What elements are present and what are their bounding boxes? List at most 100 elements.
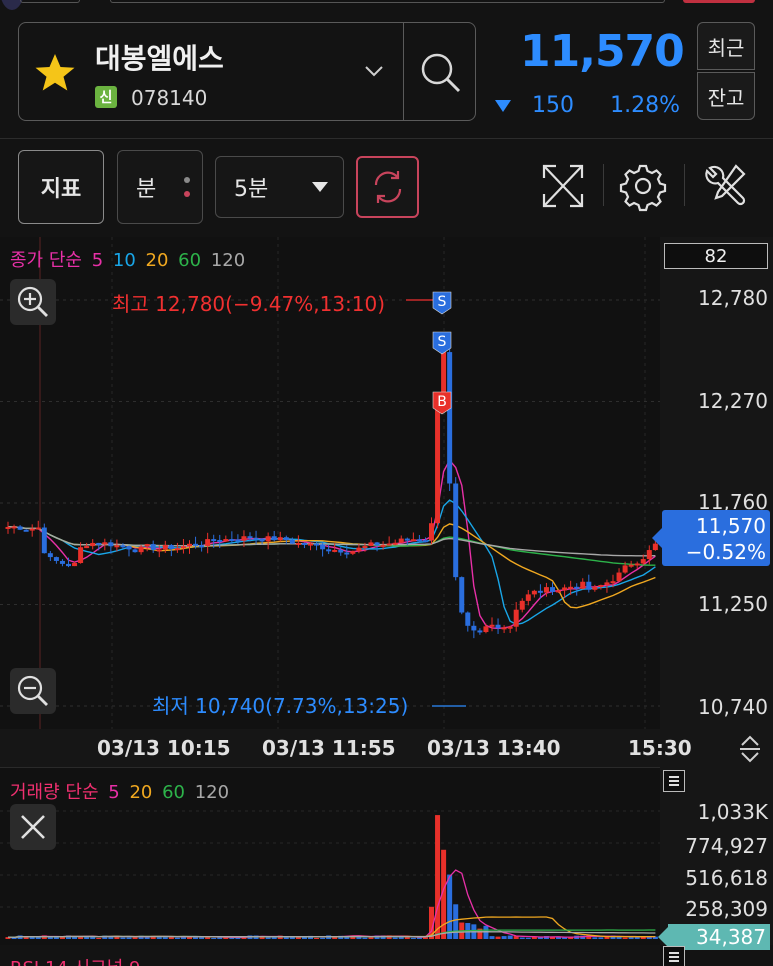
candle-body xyxy=(247,536,253,539)
indicator-value-box[interactable]: 82 xyxy=(664,243,768,269)
search-icon[interactable] xyxy=(415,47,467,99)
candle-body xyxy=(265,536,271,542)
zoom-out-icon xyxy=(17,675,48,706)
candle-body xyxy=(489,624,495,627)
volume-bar xyxy=(453,904,459,939)
refresh-icon xyxy=(374,171,401,203)
volume-moving-average-line xyxy=(7,916,656,938)
candle-body xyxy=(513,609,519,627)
candle-body xyxy=(78,547,84,564)
volume-bar xyxy=(628,937,634,939)
candle-body xyxy=(646,550,652,560)
price-axis[interactable] xyxy=(660,237,773,729)
favorite-star-icon[interactable] xyxy=(33,51,77,95)
candle-body xyxy=(90,542,96,547)
minute-button[interactable]: 분 xyxy=(117,150,203,224)
candle-body xyxy=(574,586,580,589)
volume-bar xyxy=(265,937,271,939)
candle-body xyxy=(556,590,562,593)
legend-title: 종가 단순 xyxy=(10,250,82,271)
gear-icon[interactable] xyxy=(618,160,668,212)
close-volume-button[interactable] xyxy=(10,804,56,850)
volume-bar xyxy=(162,937,168,939)
candle-body xyxy=(17,526,23,530)
divider xyxy=(603,164,604,206)
candle-body xyxy=(271,536,277,541)
volume-y-tick: 1,033K xyxy=(697,800,768,824)
sell-signal-icon-letter: S xyxy=(438,294,447,310)
volume-bar xyxy=(156,937,162,939)
divider xyxy=(684,164,685,206)
candle-body xyxy=(187,543,192,547)
top-tab-edge xyxy=(110,0,665,3)
price-change: 150 xyxy=(532,93,574,118)
recent-button[interactable]: 최근 xyxy=(697,22,755,70)
candle-body xyxy=(5,526,11,529)
price-legend: 종가 단순 5 10 20 60 120 xyxy=(10,246,249,272)
candle-body xyxy=(66,563,71,567)
candle-body xyxy=(622,565,628,573)
candle-body xyxy=(410,539,416,542)
x-tick-label: 15:30 xyxy=(628,736,692,760)
candle-body xyxy=(308,543,313,546)
candle-body xyxy=(465,612,471,626)
candle-body xyxy=(156,549,162,552)
volume-bar xyxy=(53,936,59,939)
x-tick-label: 03/13 10:15 xyxy=(97,736,231,760)
volume-bar xyxy=(271,937,277,939)
candle-body xyxy=(41,527,47,554)
refresh-button[interactable] xyxy=(356,156,419,218)
candle-body xyxy=(72,563,78,567)
volume-bar xyxy=(410,937,416,939)
current-price-tag-value: 11,570 xyxy=(696,514,766,538)
candle-body xyxy=(459,577,465,613)
stock-code: 078140 xyxy=(131,86,208,110)
zoom-out-button[interactable] xyxy=(10,668,56,714)
legend-ma-5: 5 xyxy=(91,250,104,271)
volume-bar xyxy=(435,815,441,939)
interval-select[interactable]: 5분 xyxy=(215,156,344,218)
candle-body xyxy=(241,536,247,541)
zoom-in-button[interactable] xyxy=(10,279,56,325)
chevron-down-icon[interactable] xyxy=(362,59,386,83)
candle-body xyxy=(29,528,35,531)
volume-menu-icon[interactable] xyxy=(663,770,685,792)
candle-body xyxy=(168,545,174,549)
tools-icon[interactable] xyxy=(700,160,750,212)
volume-moving-average-line xyxy=(7,869,656,939)
volume-bar xyxy=(592,937,598,939)
candle-body xyxy=(501,627,507,630)
candle-body xyxy=(174,548,180,551)
stock-name: 대봉엘에스 xyxy=(95,42,224,75)
volume-legend: 거래량 단순 5 20 60 120 xyxy=(10,778,233,804)
balance-button[interactable]: 잔고 xyxy=(697,72,755,120)
candle-body xyxy=(144,544,150,547)
legend-ma-60: 60 xyxy=(178,250,202,271)
candle-body xyxy=(398,538,404,543)
volume-legend-ma-20: 20 xyxy=(129,782,153,803)
candle-body xyxy=(11,526,17,529)
candle-body xyxy=(199,545,205,548)
fullscreen-icon[interactable] xyxy=(538,160,588,212)
candle-body xyxy=(422,540,428,543)
stock-selector[interactable]: 대봉엘에스 신 078140 xyxy=(18,22,476,121)
candle-body xyxy=(47,553,53,558)
volume-y-tick: 774,927 xyxy=(685,834,768,858)
moving-average-line xyxy=(7,523,656,609)
indicator-button[interactable]: 지표 xyxy=(18,150,104,224)
sell-signal-icon-letter: S xyxy=(438,334,447,350)
volume-y-tick: 516,618 xyxy=(685,866,768,890)
resize-handle-icon[interactable] xyxy=(736,733,764,765)
candle-body xyxy=(217,539,223,542)
legend-ma-120: 120 xyxy=(210,250,246,271)
candle-body xyxy=(362,546,368,549)
candle-body xyxy=(108,542,114,547)
candle-body xyxy=(495,624,501,629)
candle-body xyxy=(84,546,90,549)
candle-body xyxy=(150,544,156,550)
candle-body xyxy=(180,546,186,549)
candle-body xyxy=(120,545,126,548)
candle-body xyxy=(114,545,120,548)
candle-body xyxy=(289,540,295,544)
rsi-menu-icon[interactable] xyxy=(663,946,685,966)
